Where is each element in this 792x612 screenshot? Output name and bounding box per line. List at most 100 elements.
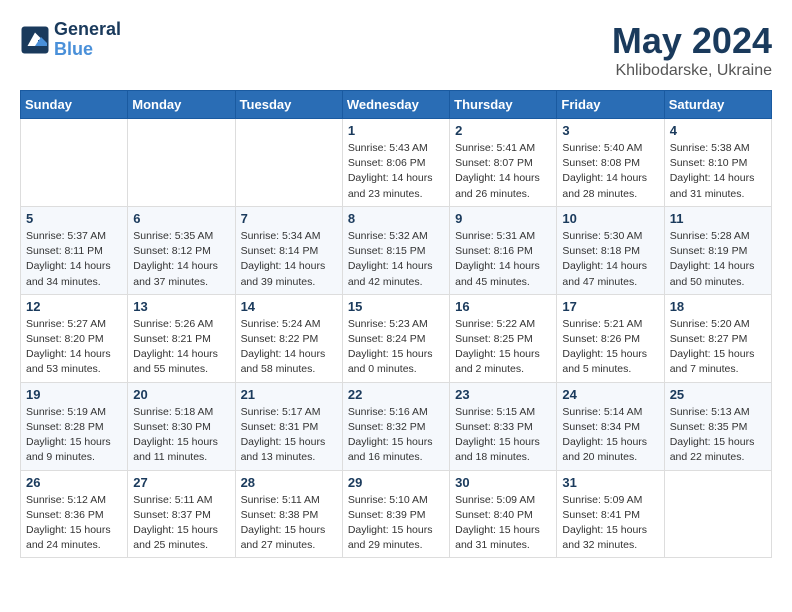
- calendar-cell: 28Sunrise: 5:11 AMSunset: 8:38 PMDayligh…: [235, 470, 342, 558]
- day-number: 5: [26, 211, 122, 226]
- calendar-week-row: 12 Sunrise: 5:27 AMSunset: 8:20 PMDayligh…: [21, 294, 772, 382]
- day-info: Sunrise: 5:15 AMSunset: 8:33 PMDaylight:…: [455, 405, 551, 466]
- day-number: 11: [670, 211, 766, 226]
- day-info: Sunrise: 5:09 AMSunset: 8:41 PMDaylight:…: [562, 493, 658, 554]
- day-number: 23: [455, 387, 551, 402]
- day-info: Sunrise: 5:27 AMSunset: 8:20 PMDaylight:…: [26, 317, 122, 378]
- day-info: Sunrise: 5:38 AMSunset: 8:10 PMDaylight:…: [670, 141, 766, 202]
- day-number: 17: [562, 299, 658, 314]
- day-info: Sunrise: 5:18 AMSunset: 8:30 PMDaylight:…: [133, 405, 229, 466]
- logo-text: General Blue: [54, 20, 121, 60]
- calendar-cell: 31 Sunrise: 5:09 AMSunset: 8:41 PMDayligh…: [557, 470, 664, 558]
- column-header-wednesday: Wednesday: [342, 91, 449, 119]
- calendar-cell: 7Sunrise: 5:34 AMSunset: 8:14 PMDaylight…: [235, 206, 342, 294]
- day-info: Sunrise: 5:13 AMSunset: 8:35 PMDaylight:…: [670, 405, 766, 466]
- day-number: 15: [348, 299, 444, 314]
- calendar-cell: 27 Sunrise: 5:11 AMSunset: 8:37 PMDayligh…: [128, 470, 235, 558]
- day-number: 25: [670, 387, 766, 402]
- day-number: 21: [241, 387, 337, 402]
- month-title: May 2024: [612, 20, 772, 62]
- calendar-cell: 18 Sunrise: 5:20 AMSunset: 8:27 PMDayligh…: [664, 294, 771, 382]
- day-number: 2: [455, 123, 551, 138]
- day-number: 6: [133, 211, 229, 226]
- day-info: Sunrise: 5:43 AMSunset: 8:06 PMDaylight:…: [348, 141, 444, 202]
- day-number: 18: [670, 299, 766, 314]
- calendar-cell: 11 Sunrise: 5:28 AMSunset: 8:19 PMDayligh…: [664, 206, 771, 294]
- calendar-cell: 1 Sunrise: 5:43 AMSunset: 8:06 PMDaylight…: [342, 119, 449, 207]
- day-number: 29: [348, 475, 444, 490]
- day-number: 24: [562, 387, 658, 402]
- day-info: Sunrise: 5:30 AMSunset: 8:18 PMDaylight:…: [562, 229, 658, 290]
- logo-icon: [20, 25, 50, 55]
- logo: General Blue: [20, 20, 121, 60]
- day-number: 27: [133, 475, 229, 490]
- day-info: Sunrise: 5:21 AMSunset: 8:26 PMDaylight:…: [562, 317, 658, 378]
- calendar-cell: 20Sunrise: 5:18 AMSunset: 8:30 PMDayligh…: [128, 382, 235, 470]
- calendar-cell: 22Sunrise: 5:16 AMSunset: 8:32 PMDayligh…: [342, 382, 449, 470]
- day-info: Sunrise: 5:20 AMSunset: 8:27 PMDaylight:…: [670, 317, 766, 378]
- day-number: 13: [133, 299, 229, 314]
- day-number: 30: [455, 475, 551, 490]
- day-info: Sunrise: 5:41 AMSunset: 8:07 PMDaylight:…: [455, 141, 551, 202]
- logo-line1: General: [54, 20, 121, 40]
- column-header-tuesday: Tuesday: [235, 91, 342, 119]
- day-info: Sunrise: 5:10 AMSunset: 8:39 PMDaylight:…: [348, 493, 444, 554]
- calendar-week-row: 19 Sunrise: 5:19 AMSunset: 8:28 PMDayligh…: [21, 382, 772, 470]
- day-number: 31: [562, 475, 658, 490]
- day-number: 22: [348, 387, 444, 402]
- day-number: 12: [26, 299, 122, 314]
- column-header-thursday: Thursday: [450, 91, 557, 119]
- day-info: Sunrise: 5:22 AMSunset: 8:25 PMDaylight:…: [455, 317, 551, 378]
- day-number: 14: [241, 299, 337, 314]
- calendar-cell: 25 Sunrise: 5:13 AMSunset: 8:35 PMDayligh…: [664, 382, 771, 470]
- calendar-cell: 17 Sunrise: 5:21 AMSunset: 8:26 PMDayligh…: [557, 294, 664, 382]
- page-header: General Blue May 2024 Khlibodarske, Ukra…: [20, 20, 772, 80]
- calendar-cell: 15Sunrise: 5:23 AMSunset: 8:24 PMDayligh…: [342, 294, 449, 382]
- day-info: Sunrise: 5:17 AMSunset: 8:31 PMDaylight:…: [241, 405, 337, 466]
- day-number: 26: [26, 475, 122, 490]
- column-header-monday: Monday: [128, 91, 235, 119]
- day-info: Sunrise: 5:09 AMSunset: 8:40 PMDaylight:…: [455, 493, 551, 554]
- calendar-cell: 10 Sunrise: 5:30 AMSunset: 8:18 PMDayligh…: [557, 206, 664, 294]
- day-info: Sunrise: 5:34 AMSunset: 8:14 PMDaylight:…: [241, 229, 337, 290]
- day-number: 10: [562, 211, 658, 226]
- day-info: Sunrise: 5:12 AMSunset: 8:36 PMDaylight:…: [26, 493, 122, 554]
- day-info: Sunrise: 5:19 AMSunset: 8:28 PMDaylight:…: [26, 405, 122, 466]
- day-info: Sunrise: 5:24 AMSunset: 8:22 PMDaylight:…: [241, 317, 337, 378]
- day-info: Sunrise: 5:32 AMSunset: 8:15 PMDaylight:…: [348, 229, 444, 290]
- day-number: 9: [455, 211, 551, 226]
- calendar-cell: 8 Sunrise: 5:32 AMSunset: 8:15 PMDaylight…: [342, 206, 449, 294]
- calendar-cell: 2 Sunrise: 5:41 AMSunset: 8:07 PMDaylight…: [450, 119, 557, 207]
- calendar-week-row: 5 Sunrise: 5:37 AMSunset: 8:11 PMDaylight…: [21, 206, 772, 294]
- day-info: Sunrise: 5:28 AMSunset: 8:19 PMDaylight:…: [670, 229, 766, 290]
- calendar-cell: 21 Sunrise: 5:17 AMSunset: 8:31 PMDayligh…: [235, 382, 342, 470]
- logo-line2: Blue: [54, 40, 121, 60]
- day-number: 1: [348, 123, 444, 138]
- calendar-cell: 5 Sunrise: 5:37 AMSunset: 8:11 PMDaylight…: [21, 206, 128, 294]
- calendar-cell: 6 Sunrise: 5:35 AMSunset: 8:12 PMDaylight…: [128, 206, 235, 294]
- day-info: Sunrise: 5:26 AMSunset: 8:21 PMDaylight:…: [133, 317, 229, 378]
- column-header-saturday: Saturday: [664, 91, 771, 119]
- day-info: Sunrise: 5:11 AMSunset: 8:37 PMDaylight:…: [133, 493, 229, 554]
- calendar-cell: 23 Sunrise: 5:15 AMSunset: 8:33 PMDayligh…: [450, 382, 557, 470]
- day-info: Sunrise: 5:35 AMSunset: 8:12 PMDaylight:…: [133, 229, 229, 290]
- day-number: 19: [26, 387, 122, 402]
- calendar-cell: [128, 119, 235, 207]
- calendar-cell: 9Sunrise: 5:31 AMSunset: 8:16 PMDaylight…: [450, 206, 557, 294]
- calendar-cell: 24 Sunrise: 5:14 AMSunset: 8:34 PMDayligh…: [557, 382, 664, 470]
- calendar-cell: 26 Sunrise: 5:12 AMSunset: 8:36 PMDayligh…: [21, 470, 128, 558]
- calendar-cell: 30 Sunrise: 5:09 AMSunset: 8:40 PMDayligh…: [450, 470, 557, 558]
- day-number: 8: [348, 211, 444, 226]
- day-number: 3: [562, 123, 658, 138]
- column-header-sunday: Sunday: [21, 91, 128, 119]
- calendar-week-row: 26 Sunrise: 5:12 AMSunset: 8:36 PMDayligh…: [21, 470, 772, 558]
- day-info: Sunrise: 5:14 AMSunset: 8:34 PMDaylight:…: [562, 405, 658, 466]
- day-info: Sunrise: 5:40 AMSunset: 8:08 PMDaylight:…: [562, 141, 658, 202]
- calendar-cell: 16Sunrise: 5:22 AMSunset: 8:25 PMDayligh…: [450, 294, 557, 382]
- calendar-cell: 13 Sunrise: 5:26 AMSunset: 8:21 PMDayligh…: [128, 294, 235, 382]
- column-header-friday: Friday: [557, 91, 664, 119]
- day-info: Sunrise: 5:37 AMSunset: 8:11 PMDaylight:…: [26, 229, 122, 290]
- day-number: 4: [670, 123, 766, 138]
- calendar-cell: 29 Sunrise: 5:10 AMSunset: 8:39 PMDayligh…: [342, 470, 449, 558]
- calendar-cell: 3 Sunrise: 5:40 AMSunset: 8:08 PMDaylight…: [557, 119, 664, 207]
